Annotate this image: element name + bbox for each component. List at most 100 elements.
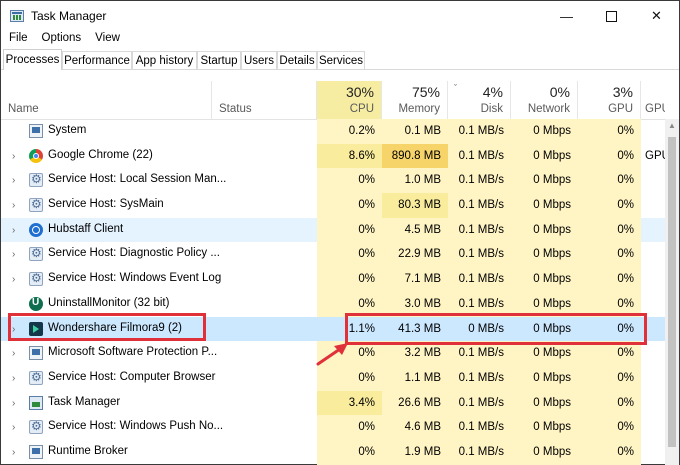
memory-cell: 1.0 MB bbox=[382, 168, 448, 194]
sort-chevron-icon: ˇ bbox=[454, 83, 457, 93]
task-manager-icon bbox=[29, 395, 43, 410]
expand-chevron-icon[interactable]: › bbox=[12, 447, 15, 458]
process-name: Runtime Broker bbox=[48, 444, 128, 457]
tab-startup[interactable]: Startup bbox=[197, 51, 241, 69]
memory-cell: 22.9 MB bbox=[382, 242, 448, 268]
scrollbar-thumb[interactable] bbox=[668, 137, 676, 447]
expand-chevron-icon[interactable]: › bbox=[12, 200, 15, 211]
maximize-button[interactable] bbox=[589, 1, 634, 31]
table-row[interactable]: › Runtime Broker 0% 1.9 MB 0.1 MB/s 0 Mb… bbox=[1, 439, 665, 465]
header-status-label: Status bbox=[219, 103, 252, 115]
header-disk-label: Disk bbox=[480, 103, 503, 115]
expand-chevron-icon[interactable]: › bbox=[12, 225, 15, 236]
chrome-icon bbox=[29, 148, 43, 163]
header-status[interactable]: Status bbox=[212, 81, 317, 119]
close-button[interactable]: ✕ bbox=[634, 1, 679, 31]
cpu-cell: 0% bbox=[317, 217, 382, 243]
expand-chevron-icon[interactable]: › bbox=[12, 274, 15, 285]
system-icon bbox=[29, 346, 43, 361]
cpu-cell: 0.2% bbox=[317, 119, 382, 144]
scroll-up-arrow-icon[interactable]: ▲ bbox=[665, 121, 679, 130]
disk-cell: 0.1 MB/s bbox=[448, 143, 511, 169]
memory-cell: 0.1 MB bbox=[382, 119, 448, 144]
network-cell: 0 Mbps bbox=[511, 365, 578, 391]
tab-performance[interactable]: Performance bbox=[62, 51, 132, 69]
table-row[interactable]: › Google Chrome (22) 8.6% 890.8 MB 0.1 M… bbox=[1, 143, 665, 169]
table-row[interactable]: › Service Host: Local Session Man... 0% … bbox=[1, 168, 665, 194]
table-row[interactable]: › Hubstaff Client 0% 4.5 MB 0.1 MB/s 0 M… bbox=[1, 217, 665, 243]
memory-cell: 7.1 MB bbox=[382, 267, 448, 292]
gpu-engine-cell bbox=[641, 267, 665, 292]
tab-details[interactable]: Details bbox=[277, 51, 317, 69]
header-network-label: Network bbox=[527, 103, 570, 115]
table-row[interactable]: › Service Host: Windows Push No... 0% 4.… bbox=[1, 415, 665, 440]
cpu-cell: 0% bbox=[317, 168, 382, 194]
gpu-engine-cell bbox=[641, 168, 665, 193]
cpu-cell: 3.4% bbox=[317, 390, 382, 416]
header-cpu[interactable]: 30% CPU bbox=[317, 81, 382, 119]
header-name[interactable]: Name bbox=[1, 81, 212, 119]
process-name: Service Host: Local Session Man... bbox=[48, 173, 227, 186]
table-row[interactable]: › Service Host: Windows Event Log 0% 7.1… bbox=[1, 267, 665, 292]
cpu-cell: 0% bbox=[317, 415, 382, 440]
vertical-scrollbar[interactable]: ▲ bbox=[665, 119, 679, 465]
cpu-cell: 8.6% bbox=[317, 143, 382, 169]
expand-chevron-icon[interactable]: › bbox=[12, 249, 15, 260]
table-row[interactable]: › Service Host: Diagnostic Policy ... 0%… bbox=[1, 242, 665, 268]
disk-cell: 0.1 MB/s bbox=[448, 168, 511, 194]
header-gpu[interactable]: 3% GPU bbox=[578, 81, 641, 119]
table-row[interactable]: › Task Manager 3.4% 26.6 MB 0.1 MB/s 0 M… bbox=[1, 390, 665, 416]
network-cell: 0 Mbps bbox=[511, 439, 578, 465]
table-row[interactable]: › Service Host: SysMain 0% 80.3 MB 0.1 M… bbox=[1, 193, 665, 218]
tab-processes[interactable]: Processes bbox=[3, 49, 62, 70]
header-network-pct: 0% bbox=[549, 84, 570, 100]
expand-chevron-icon[interactable]: › bbox=[12, 175, 15, 186]
menu-view[interactable]: View bbox=[87, 31, 126, 47]
menu-file[interactable]: File bbox=[1, 31, 34, 47]
network-cell: 0 Mbps bbox=[511, 242, 578, 268]
table-row[interactable]: System 0.2% 0.1 MB 0.1 MB/s 0 Mbps 0% bbox=[1, 119, 665, 144]
gear-icon bbox=[29, 197, 43, 213]
network-cell: 0 Mbps bbox=[511, 193, 578, 218]
expand-chevron-icon[interactable]: › bbox=[12, 348, 15, 359]
cpu-cell: 0% bbox=[317, 267, 382, 292]
menu-bar: File Options View bbox=[1, 31, 126, 47]
maximize-icon bbox=[606, 10, 617, 22]
minimize-icon: — bbox=[560, 8, 573, 24]
cpu-cell: 0% bbox=[317, 193, 382, 218]
title-bar[interactable]: Task Manager — ✕ bbox=[1, 1, 679, 31]
close-icon: ✕ bbox=[651, 8, 662, 23]
expand-chevron-icon[interactable]: › bbox=[12, 151, 15, 162]
tab-app-history[interactable]: App history bbox=[132, 51, 197, 69]
header-network[interactable]: 0% Network bbox=[511, 81, 578, 119]
gpu-cell: 0% bbox=[578, 242, 641, 268]
highlight-box-process-name bbox=[8, 313, 206, 341]
cpu-cell: 0% bbox=[317, 242, 382, 268]
expand-chevron-icon[interactable]: › bbox=[12, 422, 15, 433]
tab-services[interactable]: Services bbox=[317, 51, 365, 69]
tab-users[interactable]: Users bbox=[241, 51, 277, 69]
expand-chevron-icon[interactable]: › bbox=[12, 373, 15, 384]
gpu-engine-cell bbox=[641, 193, 665, 218]
minimize-button[interactable]: — bbox=[544, 1, 589, 31]
header-memory[interactable]: 75% Memory bbox=[382, 81, 448, 119]
process-name: System bbox=[48, 124, 87, 136]
disk-cell: 0.1 MB/s bbox=[448, 439, 511, 465]
menu-options[interactable]: Options bbox=[34, 31, 88, 47]
gpu-cell: 0% bbox=[578, 267, 641, 292]
process-name: Task Manager bbox=[48, 395, 121, 408]
gear-icon bbox=[29, 246, 43, 262]
window-title: Task Manager bbox=[31, 9, 107, 23]
network-cell: 0 Mbps bbox=[511, 390, 578, 416]
gear-icon bbox=[29, 370, 43, 385]
cpu-cell: 0% bbox=[317, 439, 382, 465]
gpu-engine-cell: GPU bbox=[645, 149, 665, 162]
gpu-engine-cell bbox=[641, 415, 665, 440]
header-gpu-engine[interactable]: GPU en bbox=[641, 81, 665, 119]
disk-cell: 0.1 MB/s bbox=[448, 242, 511, 268]
header-name-label: Name bbox=[8, 103, 39, 115]
header-disk[interactable]: ˇ 4% Disk bbox=[448, 81, 511, 119]
network-cell: 0 Mbps bbox=[511, 143, 578, 169]
header-gpu-engine-label: GPU en bbox=[645, 103, 665, 115]
expand-chevron-icon[interactable]: › bbox=[12, 398, 15, 409]
